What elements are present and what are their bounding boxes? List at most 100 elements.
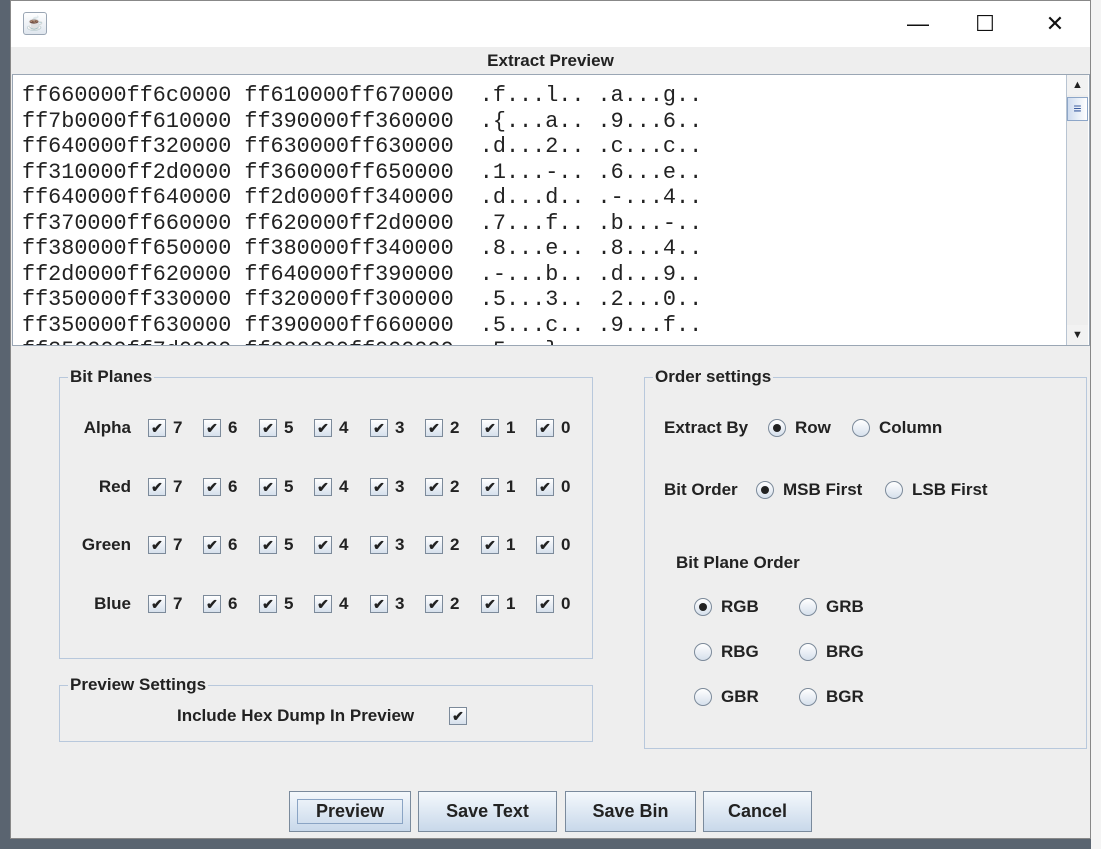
checkbox-alpha-bit-6[interactable]: ✔ [203,419,221,437]
bit-order-label: Bit Order [664,480,738,499]
hex-dump-checkbox[interactable]: ✔ [449,707,467,725]
checkbox-green-bit-6[interactable]: ✔ [203,536,221,554]
checkbox-red-bit-5[interactable]: ✔ [259,478,277,496]
gbr-radio[interactable] [694,688,712,706]
bgr-radio[interactable] [799,688,817,706]
order-settings-title: Order settings [653,367,774,387]
bit-label: 0 [561,535,571,554]
checkbox-green-bit-1[interactable]: ✔ [481,536,499,554]
checkbox-alpha-bit-2[interactable]: ✔ [425,419,443,437]
checkbox-alpha-bit-1[interactable]: ✔ [481,419,499,437]
channel-label-green: Green [81,535,131,554]
preview-button[interactable]: Preview [289,791,411,832]
checkbox-green-bit-2[interactable]: ✔ [425,536,443,554]
rgb-radio[interactable] [694,598,712,616]
bit-label: 1 [506,535,516,554]
bit-label: 0 [561,477,571,496]
preview-row: ff640000ff320000 ff630000ff630000 .d...2… [22,134,703,159]
grb-radio[interactable] [799,598,817,616]
close-button[interactable]: ✕ [1032,9,1078,39]
column-label: Column [879,418,943,437]
checkbox-red-bit-7[interactable]: ✔ [148,478,166,496]
checkbox-alpha-bit-7[interactable]: ✔ [148,419,166,437]
row-radio[interactable] [768,419,786,437]
bit-label: 5 [284,418,294,437]
save-text-button[interactable]: Save Text [418,791,557,832]
msb-first-radio[interactable] [756,481,774,499]
rgb-label: RGB [721,597,759,616]
checkbox-red-bit-0[interactable]: ✔ [536,478,554,496]
bit-label: 2 [450,535,460,554]
scroll-down-arrow-icon[interactable]: ▼ [1067,325,1088,345]
bit-label: 6 [228,535,238,554]
brg-label: BRG [826,642,864,661]
brg-radio[interactable] [799,643,817,661]
bit-label: 3 [395,535,405,554]
column-radio[interactable] [852,419,870,437]
preview-title: Extract Preview [487,51,614,70]
bit-label: 5 [284,594,294,613]
checkbox-green-bit-4[interactable]: ✔ [314,536,332,554]
checkbox-green-bit-0[interactable]: ✔ [536,536,554,554]
bit-label: 5 [284,535,294,554]
checkbox-blue-bit-1[interactable]: ✔ [481,595,499,613]
cancel-button[interactable]: Cancel [703,791,812,832]
bit-label: 7 [173,477,183,496]
row-label: Row [795,418,831,437]
bit-label: 4 [339,535,349,554]
checkbox-blue-bit-5[interactable]: ✔ [259,595,277,613]
bit-plane-order-label: Bit Plane Order [676,553,800,572]
java-icon: ☕ [23,12,47,35]
desktop-background [1091,0,1101,849]
checkbox-blue-bit-2[interactable]: ✔ [425,595,443,613]
preview-row: ff2d0000ff620000 ff640000ff390000 .-...b… [22,261,703,287]
preview-row: ff310000ff2d0000 ff360000ff650000 .1...-… [22,159,703,185]
checkbox-red-bit-6[interactable]: ✔ [203,478,221,496]
minimize-button[interactable]: — [895,9,941,39]
extract-by-label: Extract By [664,418,749,437]
preview-rows: ff660000ff6c0000 ff610000ff670000 .f...l… [22,83,703,345]
maximize-button[interactable]: ☐ [962,9,1008,39]
checkbox-green-bit-3[interactable]: ✔ [370,536,388,554]
checkbox-blue-bit-3[interactable]: ✔ [370,595,388,613]
checkbox-blue-bit-4[interactable]: ✔ [314,595,332,613]
preview-row: ff350000ff630000 ff390000ff660000 .5...c… [22,312,703,338]
bit-label: 6 [228,418,238,437]
preview-row: ff380000ff650000 ff380000ff340000 .8...e… [22,236,703,261]
bit-label: 3 [395,418,405,437]
checkbox-blue-bit-0[interactable]: ✔ [536,595,554,613]
checkbox-red-bit-1[interactable]: ✔ [481,478,499,496]
bit-label: 0 [561,594,571,613]
bit-label: 2 [450,594,460,613]
checkbox-alpha-bit-4[interactable]: ✔ [314,419,332,437]
checkbox-green-bit-5[interactable]: ✔ [259,536,277,554]
checkbox-red-bit-2[interactable]: ✔ [425,478,443,496]
msb-first-label: MSB First [783,480,863,499]
grb-label: GRB [826,597,864,616]
channel-label-alpha: Alpha [83,418,131,437]
vertical-scrollbar[interactable]: ▲ ≡ ▼ [1066,75,1088,345]
bit-label: 4 [339,418,349,437]
checkbox-alpha-bit-0[interactable]: ✔ [536,419,554,437]
bit-label: 2 [450,477,460,496]
scroll-thumb[interactable]: ≡ [1067,97,1088,121]
lsb-first-radio[interactable] [885,481,903,499]
checkbox-red-bit-3[interactable]: ✔ [370,478,388,496]
checkbox-blue-bit-6[interactable]: ✔ [203,595,221,613]
checkbox-alpha-bit-3[interactable]: ✔ [370,419,388,437]
preview-row: ff370000ff660000 ff620000ff2d0000 .7...f… [22,210,703,236]
bit-label: 7 [173,418,183,437]
checkbox-blue-bit-7[interactable]: ✔ [148,595,166,613]
checkbox-alpha-bit-5[interactable]: ✔ [259,419,277,437]
bit-label: 2 [450,418,460,437]
checkbox-green-bit-7[interactable]: ✔ [148,536,166,554]
checkbox-red-bit-4[interactable]: ✔ [314,478,332,496]
bit-label: 6 [228,594,238,613]
bit-planes-title: Bit Planes [68,367,155,387]
rbg-radio[interactable] [694,643,712,661]
preview-text-area[interactable]: ff660000ff6c0000 ff610000ff670000 .f...l… [12,74,1090,346]
scroll-up-arrow-icon[interactable]: ▲ [1067,75,1088,95]
bit-label: 3 [395,477,405,496]
preview-settings-title: Preview Settings [68,675,209,695]
save-bin-button[interactable]: Save Bin [565,791,696,832]
